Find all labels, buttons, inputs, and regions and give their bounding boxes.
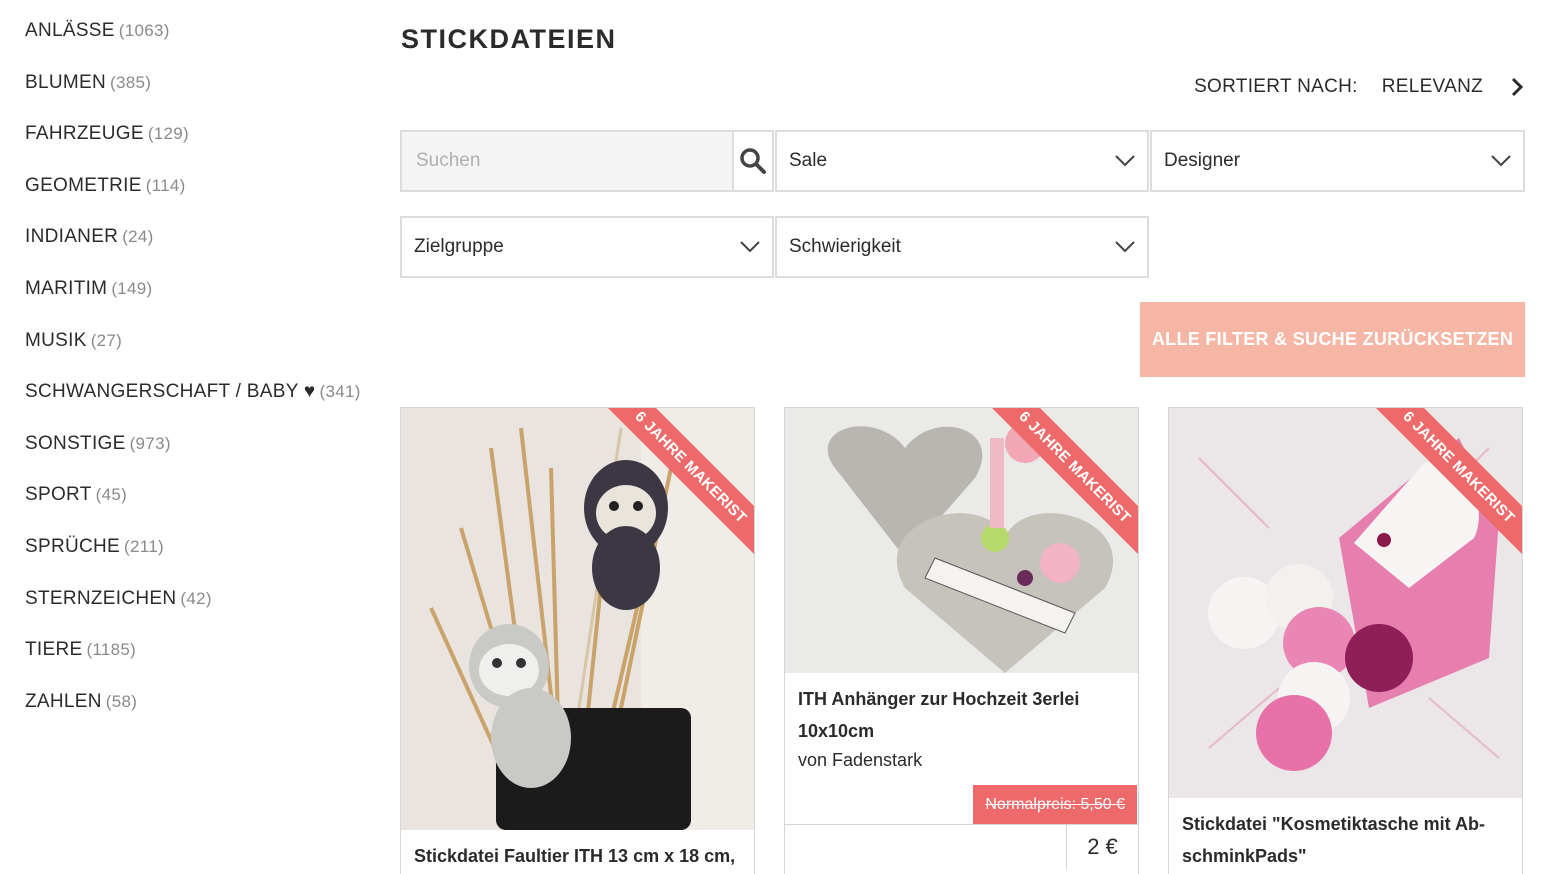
category-label: ZAHLEN (25, 690, 102, 712)
product-card[interactable]: 6 Jahre Makerist Stickdatei Faultier ITH… (400, 407, 755, 874)
product-price: 2 € (1066, 825, 1138, 869)
category-count: (58) (105, 691, 138, 711)
chevron-down-icon (1115, 155, 1135, 167)
category-sidebar: ANLÄSSE (1063) BLUMEN (385) FAHRZEUGE (129)… (25, 20, 375, 742)
category-label: SPRÜCHE (25, 535, 121, 557)
search-icon (740, 148, 766, 174)
category-count: (341) (319, 382, 361, 402)
price-box: 2 € (785, 824, 1138, 869)
category-item-indianer[interactable]: INDIANER (24) (25, 226, 375, 278)
category-label: SCHWANGERSCHAFT / BABY ♥ (25, 381, 316, 403)
category-count: (45) (95, 485, 128, 505)
product-title[interactable]: Stickdatei "Kosmetiktasche mit Ab­schmin… (1182, 808, 1512, 872)
category-label: BLUMEN (25, 71, 106, 93)
product-image[interactable]: 6 Jahre Makerist (785, 408, 1138, 673)
category-count: (1185) (86, 640, 137, 660)
category-label: MUSIK (25, 329, 87, 351)
category-item-maritim[interactable]: MARITIM (149) (25, 278, 375, 330)
category-count: (42) (180, 588, 212, 608)
category-label: SONSTIGE (25, 432, 126, 454)
product-image[interactable]: 6 Jahre Makerist (401, 408, 754, 830)
search-button[interactable] (732, 132, 772, 190)
category-item-musik[interactable]: MUSIK (27) (25, 330, 375, 382)
schwierigkeit-select-value: Schwierigkeit (789, 236, 901, 257)
category-label: MARITIM (25, 277, 108, 299)
search-field[interactable]: Suchen (400, 130, 774, 192)
category-label: STERNZEICHEN (25, 587, 177, 609)
category-count: (1063) (118, 21, 170, 40)
category-item-sternzeichen[interactable]: STERNZEICHEN (42) (25, 588, 375, 640)
zielgruppe-select-value: Zielgruppe (414, 236, 504, 257)
category-label: TIERE (25, 639, 83, 661)
category-item-schwangerschaft-baby[interactable]: SCHWANGERSCHAFT / BABY ♥ (341) (25, 381, 375, 433)
category-item-fahrzeuge[interactable]: FAHRZEUGE (129) (25, 123, 375, 175)
category-count: (114) (145, 175, 186, 195)
category-label: ANLÄSSE (25, 20, 115, 41)
product-card[interactable]: 6 Jahre Makerist ITH Anhänger zur Hochze… (784, 407, 1139, 874)
category-item-sport[interactable]: SPORT (45) (25, 484, 375, 536)
category-count: (129) (147, 124, 190, 144)
schwierigkeit-select[interactable]: Schwierigkeit (775, 216, 1149, 278)
search-input[interactable]: Suchen (402, 150, 732, 172)
chevron-down-icon (1491, 155, 1511, 167)
product-card[interactable]: 6 Jahre Makerist Stickdatei "Kosmetiktas… (1168, 407, 1523, 874)
chevron-down-icon (1115, 241, 1135, 253)
category-item-anlaesse[interactable]: ANLÄSSE (1063) (25, 20, 375, 72)
category-label: FAHRZEUGE (25, 123, 144, 145)
product-image-felt-hearts (785, 408, 1138, 673)
product-title[interactable]: Stickdatei Faultier ITH 13 cm x 18 cm, (414, 840, 744, 872)
category-item-blumen[interactable]: BLUMEN (385) (25, 72, 375, 124)
product-image[interactable]: 6 Jahre Makerist (1169, 408, 1522, 798)
sort-value[interactable]: RELEVANZ (1382, 76, 1483, 98)
category-item-sonstige[interactable]: SONSTIGE (973) (25, 433, 375, 485)
page-title: STICKDATEIEN (401, 24, 617, 54)
category-label: GEOMETRIE (25, 174, 142, 196)
category-item-zahlen[interactable]: ZAHLEN (58) (25, 691, 375, 743)
old-price: Normalpreis: 5,50 € (973, 785, 1137, 825)
category-label: INDIANER (25, 226, 119, 248)
category-item-sprueche[interactable]: SPRÜCHE (211) (25, 536, 375, 588)
sale-select-value: Sale (789, 150, 828, 171)
zielgruppe-select[interactable]: Zielgruppe (400, 216, 774, 278)
designer-select[interactable]: Designer (1150, 130, 1525, 192)
reset-filters-button[interactable]: ALLE FILTER & SUCHE ZURÜCKSETZEN (1140, 302, 1525, 377)
category-label: SPORT (25, 484, 92, 506)
category-count: (149) (111, 278, 153, 298)
sort-control[interactable]: SORTIERT NACH: RELEVANZ (1194, 76, 1523, 98)
category-count: (27) (90, 330, 123, 350)
chevron-down-icon (740, 241, 760, 253)
category-count: (385) (109, 72, 152, 92)
designer-select-value: Designer (1164, 150, 1241, 171)
category-count: (211) (124, 536, 164, 556)
sort-label: SORTIERT NACH: (1194, 76, 1358, 97)
product-designer[interactable]: von Fadenstark (798, 750, 922, 771)
category-count: (973) (129, 433, 171, 453)
chevron-right-icon[interactable] (1511, 77, 1523, 97)
sale-select[interactable]: Sale (775, 130, 1149, 192)
category-item-tiere[interactable]: TIERE (1185) (25, 639, 375, 691)
category-item-geometrie[interactable]: GEOMETRIE (114) (25, 175, 375, 227)
category-count: (24) (122, 227, 154, 247)
product-title[interactable]: ITH Anhänger zur Hochzeit 3erlei 10x10cm (798, 683, 1128, 747)
